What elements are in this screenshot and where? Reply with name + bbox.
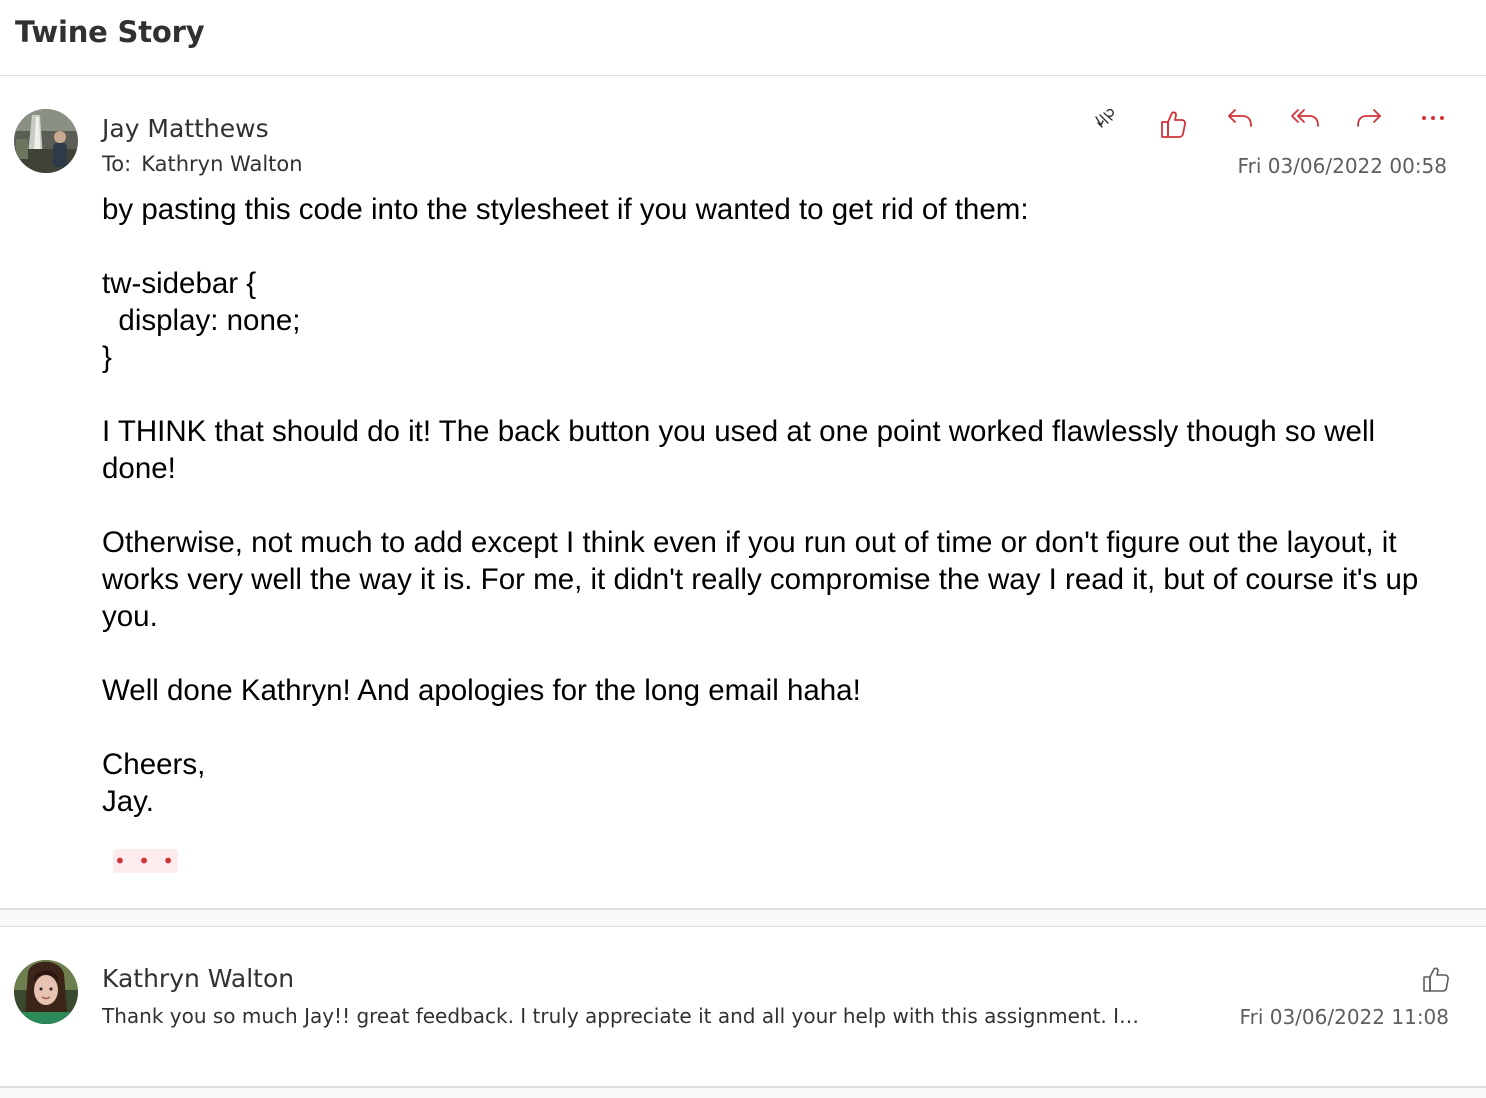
message-timestamp: Fri 03/06/2022 00:58 — [1237, 154, 1447, 178]
sender-name[interactable]: Jay Matthews — [102, 114, 269, 143]
body-paragraph: Well done Kathryn! And apologies for the… — [102, 674, 861, 707]
recipient-name[interactable]: Kathryn Walton — [141, 152, 302, 176]
message-preview[interactable]: Thank you so much Jay!! great feedback. … — [102, 1004, 1142, 1028]
sender-avatar-jay[interactable] — [14, 109, 78, 173]
code-line: tw-sidebar { — [102, 267, 257, 300]
message-divider — [0, 908, 1486, 927]
immersive-reader-icon[interactable] — [1087, 100, 1123, 136]
body-paragraph: I THINK that should do it! The back butt… — [102, 415, 1384, 485]
message-timestamp: Fri 03/06/2022 11:08 — [1239, 1005, 1449, 1029]
body-line: by pasting this code into the stylesheet… — [102, 193, 1029, 226]
subject-header: Twine Story — [0, 0, 1486, 76]
code-line: } — [102, 341, 112, 374]
signature-line: Cheers, — [102, 748, 206, 781]
sender-name[interactable]: Kathryn Walton — [102, 964, 294, 993]
sender-avatar-kathryn[interactable] — [14, 960, 78, 1024]
show-quoted-text-button[interactable]: • • • — [113, 849, 178, 873]
to-label: To: — [102, 152, 132, 176]
like-icon[interactable] — [1417, 962, 1453, 998]
body-paragraph: Otherwise, not much to add except I thin… — [102, 526, 1427, 633]
like-icon[interactable] — [1155, 106, 1191, 142]
subject-title: Twine Story — [15, 15, 205, 49]
reply-all-icon[interactable] — [1287, 100, 1323, 136]
more-actions-icon[interactable] — [1415, 100, 1451, 136]
forward-icon[interactable] — [1351, 100, 1387, 136]
message-divider — [0, 1086, 1486, 1098]
signature-line: Jay. — [102, 785, 154, 818]
code-line: display: none; — [102, 304, 301, 337]
recipient-line: To: Kathryn Walton — [102, 152, 303, 176]
message-body: by pasting this code into the stylesheet… — [102, 191, 1452, 820]
reply-icon[interactable] — [1222, 100, 1258, 136]
